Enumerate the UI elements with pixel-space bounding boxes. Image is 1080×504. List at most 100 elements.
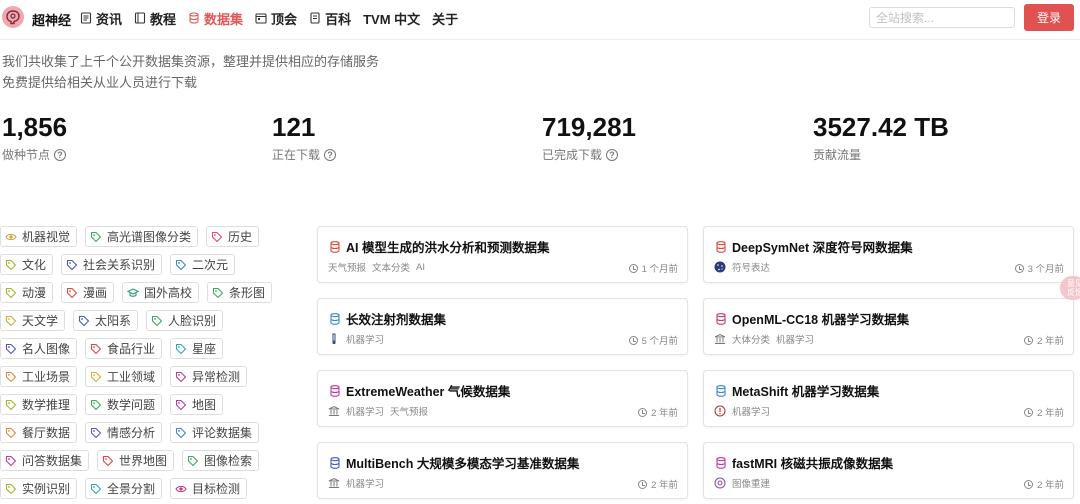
feedback-badge[interactable]: 意见 反馈 <box>1060 276 1080 300</box>
help-icon[interactable]: ? <box>606 148 619 161</box>
dataset-tag[interactable]: 机器学习 <box>776 332 814 346</box>
dataset-card[interactable]: MultiBench 大规模多模态学习基准数据集 机器学习 2 年前 <box>317 442 688 499</box>
tag-chip[interactable]: 星座 <box>170 338 224 359</box>
tag-chip[interactable]: 异常检测 <box>170 366 248 387</box>
dataset-tag[interactable]: 天气预报 <box>328 260 366 274</box>
dataset-time-text: 1 个月前 <box>641 264 678 275</box>
tag-chip[interactable]: 文化 <box>0 254 54 275</box>
dataset-meta: 机器学习 天气预报 <box>328 404 434 418</box>
dataset-tag[interactable]: 机器学习 <box>346 404 384 418</box>
tag-chip[interactable]: 动漫 <box>0 282 54 303</box>
dataset-card[interactable]: OpenML-CC18 机器学习数据集大体分类 机器学习 2 年前 <box>703 298 1074 355</box>
tag-chip[interactable]: 数学推理 <box>0 394 78 415</box>
tag-chip[interactable]: 条形图 <box>207 282 273 303</box>
dataset-card[interactable]: ExtremeWeather 气候数据集 机器学习 天气预报 2 年前 <box>317 370 688 427</box>
dataset-title[interactable]: DeepSymNet 深度符号网数据集 <box>716 237 913 256</box>
tag-icon <box>5 483 17 495</box>
database-icon <box>716 456 726 469</box>
dataset-card[interactable]: fastMRI 核磁共振成像数据集 图像重建 2 年前 <box>703 442 1074 499</box>
nav-item-datasets[interactable]: 数据集 <box>188 0 243 36</box>
dataset-tag[interactable]: 图像重建 <box>732 476 770 490</box>
tag-chip[interactable]: 社会关系识别 <box>61 254 163 275</box>
tag-chip[interactable]: 食品行业 <box>85 338 163 359</box>
tag-icon <box>5 315 17 327</box>
nav-item-tutorials[interactable]: 教程 <box>134 0 176 36</box>
dataset-card[interactable]: MetaShift 机器学习数据集 机器学习 2 年前 <box>703 370 1074 427</box>
tag-chip[interactable]: 工业场景 <box>0 366 78 387</box>
tag-chip[interactable]: 漫画 <box>61 282 115 303</box>
tag-row: 机器视觉 高光谱图像分类 历史 <box>0 226 300 247</box>
nav-item-wiki[interactable]: 百科 <box>309 0 351 36</box>
tag-chip[interactable]: 名人图像 <box>0 338 78 359</box>
nav-item-conferences[interactable]: 顶会 <box>255 0 297 36</box>
dataset-title-text: fastMRI 核磁共振成像数据集 <box>732 457 894 471</box>
database-icon <box>330 384 340 397</box>
dataset-card[interactable]: DeepSymNet 深度符号网数据集符号表达 3 个月前 <box>703 226 1074 283</box>
nav-item-label: 关于 <box>432 11 459 27</box>
search-input[interactable] <box>869 7 1015 28</box>
dataset-tag[interactable]: 大体分类 <box>732 332 770 346</box>
tag-label: 地图 <box>192 398 217 412</box>
tag-chip[interactable]: 图像检索 <box>182 450 260 471</box>
dataset-tag[interactable]: 机器学习 <box>346 332 384 346</box>
warning-circle-icon <box>714 405 726 417</box>
tag-chip[interactable]: 全景分割 <box>85 478 163 499</box>
tag-chip[interactable]: 数学问题 <box>85 394 163 415</box>
nav-item-about[interactable]: 关于 <box>432 0 458 36</box>
tag-chip[interactable]: 餐厅数据 <box>0 422 78 443</box>
dataset-title[interactable]: MultiBench 大规模多模态学习基准数据集 <box>330 453 579 472</box>
nav-item-news[interactable]: 资讯 <box>80 0 122 36</box>
tag-chip[interactable]: 问答数据集 <box>0 450 90 471</box>
tag-chip[interactable]: 目标检测 <box>170 478 248 499</box>
dataset-title[interactable]: fastMRI 核磁共振成像数据集 <box>716 453 893 472</box>
dataset-tag[interactable]: 机器学习 <box>732 404 770 418</box>
tag-icon <box>5 343 17 355</box>
dataset-title[interactable]: MetaShift 机器学习数据集 <box>716 381 879 400</box>
nav-item-tvm[interactable]: TVM 中文 <box>363 0 420 36</box>
tag-icon <box>78 315 90 327</box>
dataset-card[interactable]: AI 模型生成的洪水分析和预测数据集天气预报 文本分类 AI 1 个月前 <box>317 226 688 283</box>
tag-chip[interactable]: 历史 <box>206 226 260 247</box>
dataset-tag[interactable]: 符号表达 <box>732 260 770 274</box>
dataset-title-text: ExtremeWeather 气候数据集 <box>346 385 511 399</box>
help-icon[interactable]: ? <box>324 148 337 161</box>
tag-chip[interactable]: 情感分析 <box>85 422 163 443</box>
dataset-tag[interactable]: 文本分类 <box>372 260 410 274</box>
dataset-title-text: MetaShift 机器学习数据集 <box>732 385 880 399</box>
help-icon[interactable]: ? <box>54 148 67 161</box>
dataset-time-text: 2 年前 <box>1037 408 1064 419</box>
dataset-title-text: MultiBench 大规模多模态学习基准数据集 <box>346 457 580 471</box>
tag-chip[interactable]: 地图 <box>170 394 224 415</box>
nav-item-label: TVM 中文 <box>363 11 421 27</box>
tag-chip[interactable]: 世界地图 <box>97 450 175 471</box>
login-button[interactable]: 登录 <box>1024 4 1074 31</box>
dataset-title[interactable]: AI 模型生成的洪水分析和预测数据集 <box>330 237 549 256</box>
tag-chip[interactable]: 人脸识别 <box>146 310 224 331</box>
dataset-tag[interactable]: AI <box>416 262 425 273</box>
dataset-title-text: 长效注射剂数据集 <box>346 313 447 327</box>
tag-chip[interactable]: 国外高校 <box>122 282 200 303</box>
dataset-title[interactable]: 长效注射剂数据集 <box>330 309 446 328</box>
dataset-time: 3 个月前 <box>1014 261 1064 275</box>
dataset-title[interactable]: ExtremeWeather 气候数据集 <box>330 381 510 400</box>
tag-chip[interactable]: 天文学 <box>0 310 66 331</box>
dataset-card[interactable]: 长效注射剂数据集 机器学习 5 个月前 <box>317 298 688 355</box>
tag-chip[interactable]: 工业领域 <box>85 366 163 387</box>
brain-logo-icon[interactable] <box>2 6 24 28</box>
stat-downloading: 121 正在下载 ? <box>272 112 337 163</box>
tag-chip[interactable]: 二次元 <box>170 254 236 275</box>
dataset-title[interactable]: OpenML-CC18 机器学习数据集 <box>716 309 909 328</box>
dataset-tag[interactable]: 天气预报 <box>390 404 428 418</box>
tag-chip[interactable]: 太阳系 <box>73 310 139 331</box>
intro-line: 我们共收集了上千个公开数据集资源，整理并提供相应的存储服务 <box>2 54 380 69</box>
tag-chip[interactable]: 机器视觉 <box>0 226 78 247</box>
clock-icon <box>638 479 648 489</box>
dataset-meta: 图像重建 <box>714 476 776 490</box>
dataset-tag[interactable]: 机器学习 <box>346 476 384 490</box>
tag-icon <box>90 231 102 243</box>
tag-chip[interactable]: 评论数据集 <box>170 422 260 443</box>
tag-chip[interactable]: 实例识别 <box>0 478 78 499</box>
brand-name[interactable]: 超神经 <box>32 10 71 29</box>
dataset-time: 2 年前 <box>1024 333 1064 347</box>
tag-chip[interactable]: 高光谱图像分类 <box>85 226 199 247</box>
